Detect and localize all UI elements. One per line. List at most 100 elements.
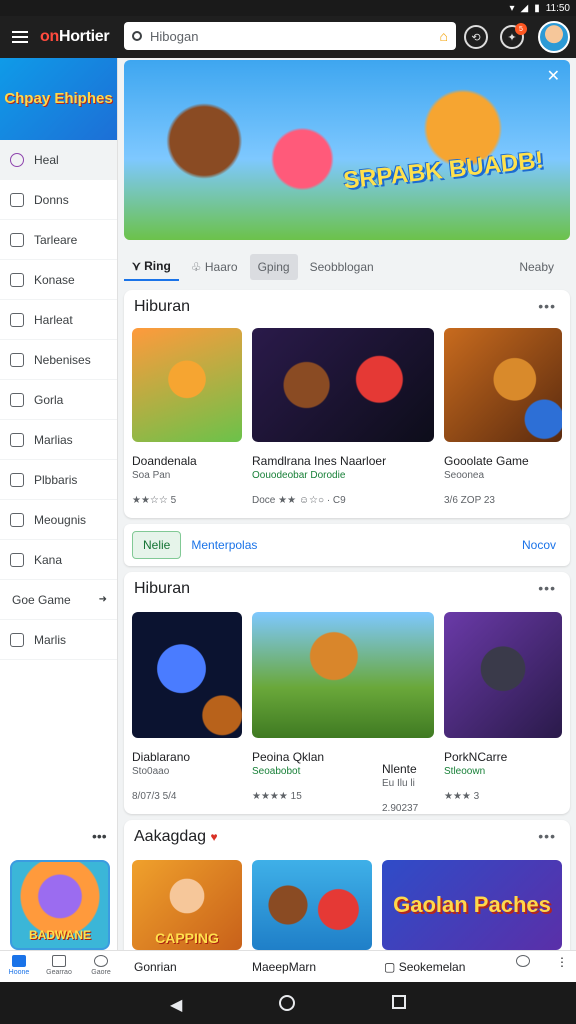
tab-seobblogan[interactable]: Seobblogan — [302, 254, 382, 280]
menu-icon[interactable] — [12, 31, 28, 43]
nav-profile[interactable]: Gaore — [86, 955, 116, 976]
sidebar-item-harleat[interactable]: Harleat — [0, 300, 117, 340]
app-tile[interactable] — [252, 860, 372, 950]
app-thumbnail — [444, 328, 562, 442]
more-options-icon[interactable]: ••• — [538, 580, 556, 596]
section-title: Hiburan — [134, 580, 191, 597]
app-thumbnail — [132, 328, 242, 442]
sidebar-item-meougnis[interactable]: Meougnis — [0, 500, 117, 540]
top-bar: onHortier Hibogan ⌂ ⟲ ✦ 5 — [0, 16, 576, 58]
bottom-navigation: Hoone Gearrao Gaore Gonrian MaeepMarn ▢ … — [0, 950, 576, 982]
tab-ring[interactable]: ⋎ Ring — [124, 253, 179, 281]
section-card-1: Hiburan ••• Doandenala Soa Pan ★★☆☆ 5 Ra… — [124, 290, 570, 518]
tab-haaro[interactable]: ♧ Haaro — [183, 254, 246, 280]
more-options-icon[interactable]: ••• — [92, 828, 107, 844]
search-bar[interactable]: Hibogan ⌂ — [124, 22, 456, 50]
recents-icon[interactable] — [392, 995, 406, 1009]
more-options-icon[interactable]: ••• — [538, 828, 556, 844]
account-icon — [516, 955, 530, 967]
tab-neaby[interactable]: Neaby — [511, 254, 562, 280]
category-icon — [10, 352, 24, 367]
sidebar-item-marlis[interactable]: Marlis — [0, 620, 117, 660]
home-icon — [10, 152, 24, 167]
chip-selected[interactable]: Nelie — [132, 531, 182, 559]
hero-title: SRPABK BUADB! — [342, 146, 545, 195]
notifications-icon[interactable]: ✦ 5 — [500, 23, 527, 49]
nav-home[interactable]: Hoone — [4, 955, 34, 976]
status-bar: ▾ ◢ ▮ 11:50 — [0, 0, 576, 16]
bottom-label[interactable]: Gonrian — [134, 960, 177, 974]
app-logo[interactable]: onHortier — [40, 28, 110, 46]
avatar[interactable] — [538, 21, 570, 53]
sidebar-banner[interactable]: Chpay Ehiphes — [0, 58, 117, 140]
sidebar-item-kana[interactable]: Kana — [0, 540, 117, 580]
app-tile[interactable]: Doandenala Soa Pan ★★☆☆ 5 — [132, 328, 242, 506]
sidebar-item-donns[interactable]: Donns — [0, 180, 117, 220]
app-tile[interactable]: PorkNCarre Stleoown ★★★ 3 — [444, 612, 562, 802]
rewards-icon[interactable]: ⌂ — [440, 28, 448, 44]
tab-gping[interactable]: Gping — [249, 254, 298, 280]
see-more-link[interactable]: Nocov — [522, 538, 556, 552]
app-tile[interactable]: CAPPING — [132, 860, 242, 950]
app-tile[interactable]: Peoina Qklan Seoabobot ★★★★ 15 Nlente Eu… — [252, 612, 434, 814]
apps-icon — [10, 192, 24, 207]
arrow-icon: ➜ — [98, 594, 107, 605]
home-icon — [12, 955, 26, 967]
category-icon — [10, 432, 24, 447]
app-thumbnail — [132, 612, 242, 738]
category-icon — [10, 392, 24, 407]
profile-icon — [94, 955, 108, 967]
sidebar-promo-thumbnail[interactable]: BADWANE — [10, 860, 110, 950]
close-icon[interactable]: ✕ — [547, 66, 560, 86]
category-icon — [10, 512, 24, 527]
category-icon — [10, 632, 24, 647]
chip-link[interactable]: Menterpolas — [191, 538, 257, 552]
home-circle-icon[interactable] — [279, 995, 295, 1011]
history-icon[interactable]: ⟲ — [464, 25, 488, 49]
sidebar-item-marlias[interactable]: Marlias — [0, 420, 117, 460]
filter-chip-bar: Nelie Menterpolas Nocov — [124, 524, 570, 566]
category-icon — [10, 232, 24, 247]
app-thumbnail — [252, 328, 434, 442]
section-title: Aakagdag ♥ — [134, 828, 218, 845]
category-icon — [10, 472, 24, 487]
filter-tabs: ⋎ Ring ♧ Haaro Gping Seobblogan Neaby — [124, 250, 570, 284]
sidebar-item-plbbaris[interactable]: Plbbaris — [0, 460, 117, 500]
app-thumbnail — [252, 612, 434, 738]
battery-icon: ▮ — [534, 2, 540, 14]
overflow-menu-icon[interactable]: ⋮ — [556, 955, 568, 969]
nav-account[interactable] — [508, 955, 538, 969]
sidebar-item-nebenises[interactable]: Nebenises — [0, 340, 117, 380]
sidebar-item-tarleare[interactable]: Tarleare — [0, 220, 117, 260]
bottom-label[interactable]: ▢ Seokemelan — [384, 960, 465, 974]
app-tile[interactable]: Diablarano Sto0aao 8/07/3 5/4 — [132, 612, 242, 802]
clock: 11:50 — [545, 2, 570, 14]
wifi-icon: ◢ — [520, 2, 529, 14]
more-options-icon[interactable]: ••• — [538, 298, 556, 314]
back-icon[interactable]: ◀ — [170, 995, 182, 1015]
app-thumbnail: CAPPING — [132, 860, 242, 950]
system-navigation-bar: ◀ — [0, 982, 576, 1024]
section-title: Hiburan — [134, 298, 191, 315]
sidebar-item-goe-game[interactable]: Goe Game ➜ — [0, 580, 117, 620]
section-card-2: Hiburan ••• Diablarano Sto0aao 8/07/3 5/… — [124, 572, 570, 814]
gamepad-icon — [52, 955, 66, 967]
category-icon — [10, 312, 24, 327]
app-tile[interactable]: Gooolate Game Seoonea 3/6 ZOP 23 — [444, 328, 562, 506]
search-input[interactable]: Hibogan — [150, 29, 198, 44]
bottom-label[interactable]: MaeepMarn — [252, 960, 316, 974]
app-thumbnail: Gaolan Paches — [382, 860, 562, 950]
signal-icon: ▾ — [509, 2, 515, 14]
notification-badge: 5 — [515, 23, 527, 35]
app-tile[interactable]: Ramdlrana Ines Naarloer Oouodeobar Dorod… — [252, 328, 434, 506]
heart-icon: ♥ — [210, 830, 218, 844]
sidebar-item-heal[interactable]: Heal — [0, 140, 117, 180]
app-thumbnail — [252, 860, 372, 950]
app-tile[interactable]: Gaolan Paches — [382, 860, 562, 950]
hero-banner[interactable]: ✕ SRPABK BUADB! — [124, 60, 570, 240]
sidebar-item-konase[interactable]: Konase — [0, 260, 117, 300]
category-icon — [10, 552, 24, 567]
sidebar-item-gorla[interactable]: Gorla — [0, 380, 117, 420]
category-icon — [10, 272, 24, 287]
nav-games[interactable]: Gearrao — [44, 955, 74, 976]
